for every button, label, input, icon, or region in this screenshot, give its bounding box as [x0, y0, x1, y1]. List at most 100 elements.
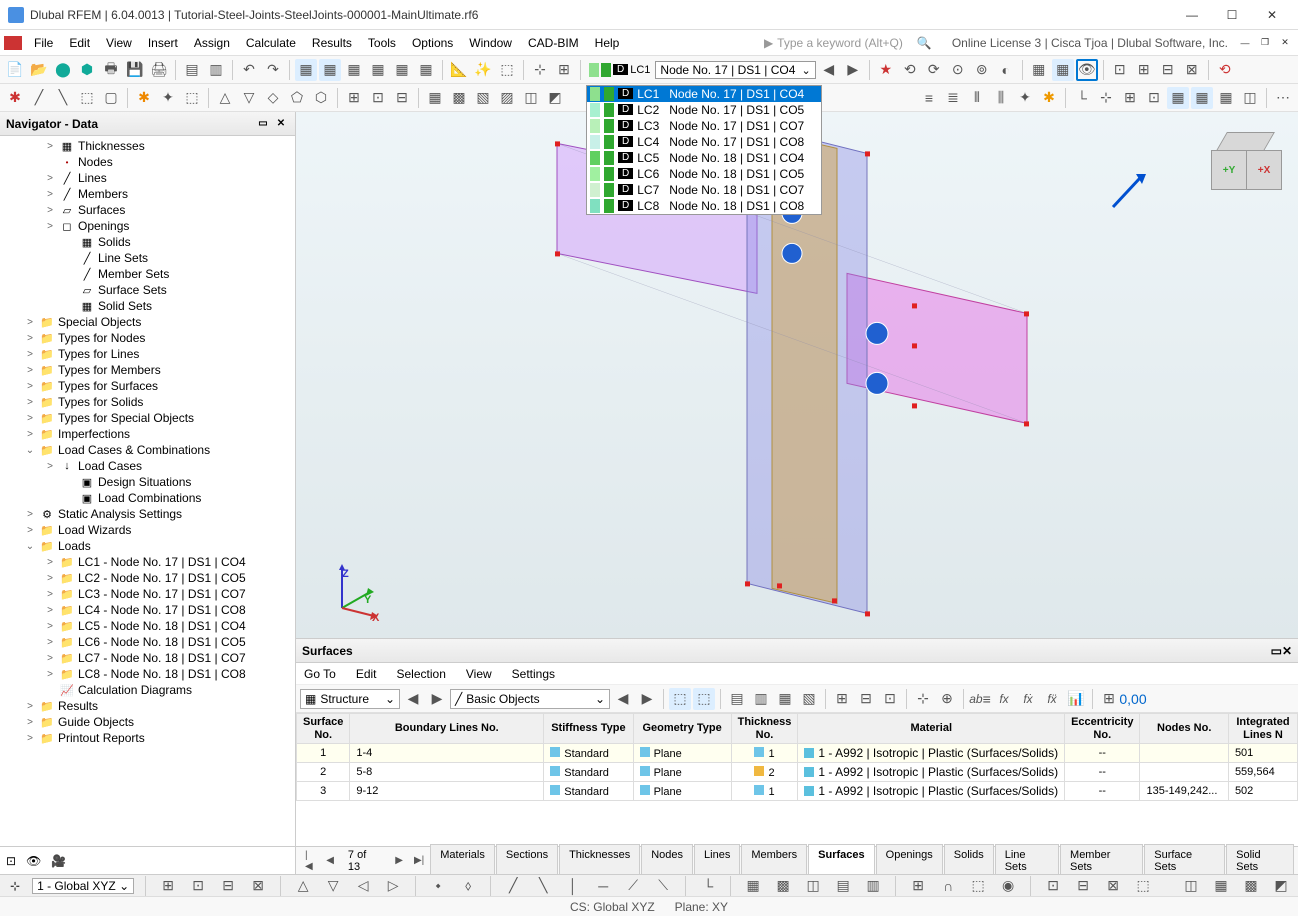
sp-sel2-icon[interactable]: ⬚ [693, 688, 715, 710]
panel2-icon[interactable]: ▦ [319, 59, 341, 81]
select-icon[interactable]: ⬚ [496, 59, 518, 81]
menu-cad-bim[interactable]: CAD-BIM [520, 33, 587, 53]
sp-fx1-icon[interactable]: fx [993, 688, 1015, 710]
sb-8-icon[interactable]: ▷ [382, 875, 404, 897]
nav-footer-2-icon[interactable]: 👁 [26, 854, 41, 868]
child-minimize-button[interactable]: — [1236, 35, 1254, 51]
tree-item[interactable]: ⌄📁Loads [0, 538, 295, 554]
tree-item[interactable]: >◻Openings [0, 218, 295, 234]
close-button[interactable]: ✕ [1254, 3, 1290, 27]
menu-calculate[interactable]: Calculate [238, 33, 304, 53]
show-loads-icon[interactable]: 👁 [1076, 59, 1098, 81]
tree-item[interactable]: >📁Imperfections [0, 426, 295, 442]
tree-item[interactable]: >📁Types for Lines [0, 346, 295, 362]
sb-20-icon[interactable]: ◫ [802, 875, 824, 897]
reset-icon[interactable]: ⟲ [1214, 59, 1236, 81]
app-menu-icon[interactable] [4, 36, 22, 50]
tab-members[interactable]: Members [741, 844, 807, 874]
table-row[interactable]: 25-8StandardPlane21 - A992 | Isotropic |… [297, 763, 1298, 782]
tab-surface-sets[interactable]: Surface Sets [1144, 844, 1225, 874]
print-icon[interactable]: 🖶 [100, 59, 122, 81]
sp-e-icon[interactable]: ⊞ [831, 688, 853, 710]
wand-icon[interactable]: ✨ [472, 59, 494, 81]
tree-item[interactable]: >╱Lines [0, 170, 295, 186]
disp5-icon[interactable]: ◐ [995, 59, 1017, 81]
tab-line-sets[interactable]: Line Sets [995, 844, 1059, 874]
sb-27-icon[interactable]: ⊡ [1042, 875, 1064, 897]
tree-item[interactable]: ▦Solids [0, 234, 295, 250]
t2-5-icon[interactable]: ▢ [100, 87, 122, 109]
sb-6-icon[interactable]: ▽ [322, 875, 344, 897]
tree-item[interactable]: >📁Types for Members [0, 362, 295, 378]
sb-26-icon[interactable]: ◉ [997, 875, 1019, 897]
sb-r4-icon[interactable]: ◩ [1270, 875, 1292, 897]
sb-25-icon[interactable]: ⬚ [967, 875, 989, 897]
t2-12-icon[interactable]: ⬠ [286, 87, 308, 109]
sp-fx3-icon[interactable]: fẍ [1041, 688, 1063, 710]
t2-r8-icon[interactable]: ⊹ [1095, 87, 1117, 109]
menu-tools[interactable]: Tools [360, 33, 404, 53]
panel6-icon[interactable]: ▦ [415, 59, 437, 81]
t2-9-icon[interactable]: △ [214, 87, 236, 109]
sb-11-icon[interactable]: ╱ [502, 875, 524, 897]
sb-9-icon[interactable]: ⬩ [427, 875, 449, 897]
tree-item[interactable]: >📁Special Objects [0, 314, 295, 330]
t2-22-icon[interactable]: ◩ [544, 87, 566, 109]
sp-nav2-prev-icon[interactable]: ◀ [612, 688, 634, 710]
tree-item[interactable]: ╱Member Sets [0, 266, 295, 282]
lc-option[interactable]: DLC5Node No. 18 | DS1 | CO4 [587, 150, 821, 166]
sb-15-icon[interactable]: ⟋ [622, 875, 644, 897]
v3-icon[interactable]: ⊟ [1157, 59, 1179, 81]
sb-22-icon[interactable]: ▥ [862, 875, 884, 897]
t2-11-icon[interactable]: ◇ [262, 87, 284, 109]
child-close-button[interactable]: ✕ [1276, 35, 1294, 51]
t2-18-icon[interactable]: ▩ [448, 87, 470, 109]
t2-19-icon[interactable]: ▧ [472, 87, 494, 109]
minimize-button[interactable]: — [1174, 3, 1210, 27]
t2-r4-icon[interactable]: ⫼ [990, 87, 1012, 109]
t2-15-icon[interactable]: ⊡ [367, 87, 389, 109]
tabs-last-icon[interactable]: ▶| [409, 853, 429, 868]
sp-fx2-icon[interactable]: fẋ [1017, 688, 1039, 710]
tree-item[interactable]: >📁LC7 - Node No. 18 | DS1 | CO7 [0, 650, 295, 666]
panel4-icon[interactable]: ▦ [367, 59, 389, 81]
surfaces-table[interactable]: SurfaceNo.Boundary Lines No.Stiffness Ty… [296, 713, 1298, 801]
sp-nav-next-icon[interactable]: ▶ [426, 688, 448, 710]
tree-item[interactable]: >▱Surfaces [0, 202, 295, 218]
tab-surfaces[interactable]: Surfaces [808, 844, 874, 874]
tree-item[interactable]: >📁LC5 - Node No. 18 | DS1 | CO4 [0, 618, 295, 634]
col-surface_no[interactable]: SurfaceNo. [297, 714, 350, 744]
t2-1-icon[interactable]: ✱ [4, 87, 26, 109]
panel3-icon[interactable]: ▦ [343, 59, 365, 81]
maximize-button[interactable]: ☐ [1214, 3, 1250, 27]
navigator-tree[interactable]: >▦Thicknesses•Nodes>╱Lines>╱Members>▱Sur… [0, 136, 295, 846]
t2-17-icon[interactable]: ▦ [424, 87, 446, 109]
disp2-icon[interactable]: ⟳ [923, 59, 945, 81]
sp-c-icon[interactable]: ▦ [774, 688, 796, 710]
doc2-icon[interactable]: ▥ [205, 59, 227, 81]
sb-4-icon[interactable]: ⊠ [247, 875, 269, 897]
disp3-icon[interactable]: ⊙ [947, 59, 969, 81]
tree-item[interactable]: •Nodes [0, 154, 295, 170]
tree-item[interactable]: >📁Types for Solids [0, 394, 295, 410]
lc-desc[interactable]: Node No. 17 | DS1 | CO4 ⌄ [655, 61, 815, 79]
sp-xls-icon[interactable]: 📊 [1065, 688, 1087, 710]
col-material[interactable]: Material [798, 714, 1065, 744]
t2-2-icon[interactable]: ╱ [28, 87, 50, 109]
sp-g-icon[interactable]: ⊡ [879, 688, 901, 710]
lc-next-icon[interactable]: ▶ [842, 59, 864, 81]
table-row[interactable]: 39-12StandardPlane11 - A992 | Isotropic … [297, 782, 1298, 801]
sp-menu-view[interactable]: View [462, 665, 496, 683]
lc-option[interactable]: DLC2Node No. 17 | DS1 | CO5 [587, 102, 821, 118]
sp-j-icon[interactable]: ab≡ [969, 688, 991, 710]
t2-10-icon[interactable]: ▽ [238, 87, 260, 109]
sb-14-icon[interactable]: ─ [592, 875, 614, 897]
tree-item[interactable]: >📁Printout Reports [0, 730, 295, 746]
sp-i-icon[interactable]: ⊕ [936, 688, 958, 710]
open-icon[interactable]: 📂 [28, 59, 50, 81]
save-icon[interactable]: 💾 [124, 59, 146, 81]
v4-icon[interactable]: ⊠ [1181, 59, 1203, 81]
sb-10-icon[interactable]: ⬨ [457, 875, 479, 897]
col-geometry[interactable]: Geometry Type [633, 714, 731, 744]
lc-option[interactable]: DLC7Node No. 18 | DS1 | CO7 [587, 182, 821, 198]
